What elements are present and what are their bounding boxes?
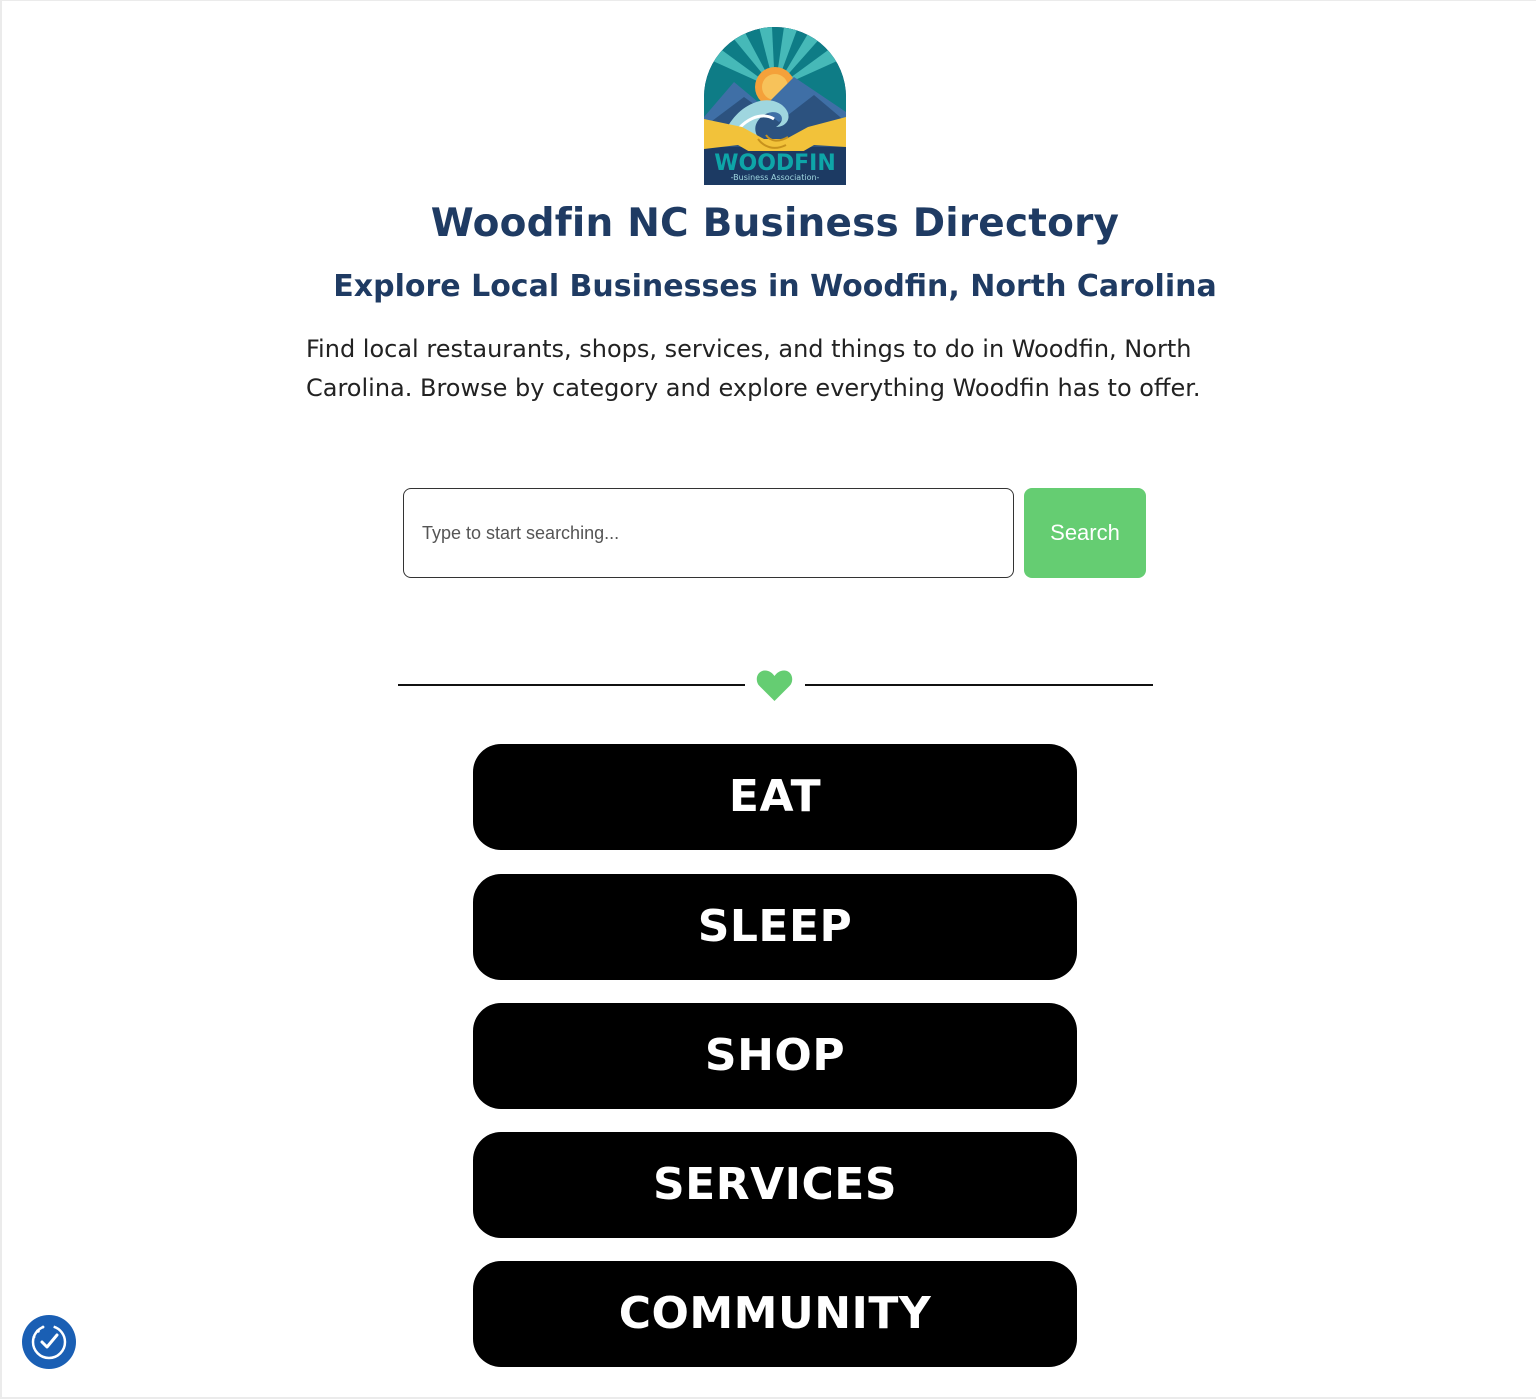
page-title: Woodfin NC Business Directory (430, 201, 1120, 246)
category-button-eat[interactable]: EAT (473, 744, 1077, 850)
woodfin-logo[interactable]: WOODFIN -Business Association- (704, 27, 846, 185)
divider-line-right (805, 684, 1153, 686)
accessibility-widget-button[interactable] (22, 1315, 76, 1369)
intro-paragraph: Find local restaurants, shops, services,… (306, 335, 1201, 402)
search-button[interactable]: Search (1024, 488, 1146, 578)
accessibility-check-icon (24, 1317, 74, 1367)
category-button-shop[interactable]: SHOP (473, 1003, 1077, 1109)
heart-icon (756, 669, 793, 702)
divider-line-left (398, 684, 745, 686)
search-input[interactable] (403, 488, 1014, 578)
page-subtitle: Explore Local Businesses in Woodfin, Nor… (333, 269, 1217, 304)
category-button-community[interactable]: COMMUNITY (473, 1261, 1077, 1367)
woodfin-logo-graphic: WOODFIN -Business Association- (704, 27, 846, 185)
page: WOODFIN -Business Association- Woodfin N… (0, 0, 1536, 1399)
logo-tagline: -Business Association- (731, 173, 820, 182)
category-button-services[interactable]: SERVICES (473, 1132, 1077, 1238)
category-button-sleep[interactable]: SLEEP (473, 874, 1077, 980)
